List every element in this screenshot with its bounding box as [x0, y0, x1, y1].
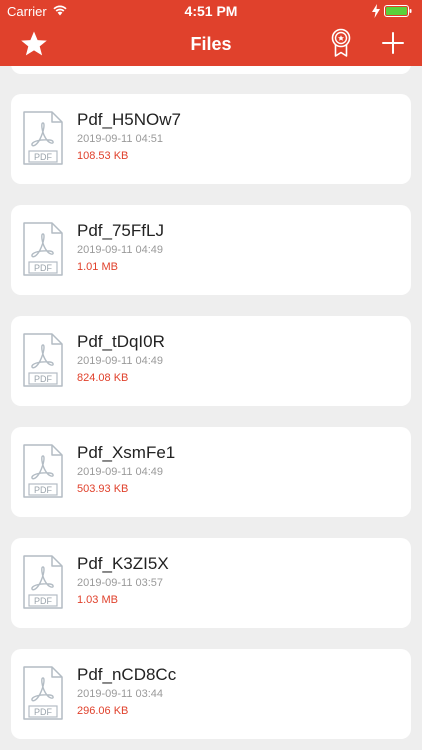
file-size: 1.03 MB	[77, 594, 118, 606]
file-name: Pdf_nCD8Cc	[77, 665, 177, 684]
file-date: 2019-09-11 03:44	[77, 688, 164, 700]
file-name: Pdf_tDqI0R	[77, 332, 165, 351]
file-card[interactable]: PDF Pdf_H5NOw7 2019-09-11 04:51 108.53 K…	[11, 94, 411, 184]
navigation-bar: Files	[0, 22, 422, 66]
pdf-file-icon: PDF	[23, 333, 63, 387]
file-size: 296.06 KB	[77, 705, 129, 717]
file-size: 503.93 KB	[77, 483, 129, 495]
pdf-file-icon: PDF	[23, 555, 63, 609]
pdf-file-icon: PDF	[23, 666, 63, 720]
file-size: 824.08 KB	[77, 372, 129, 384]
pdf-icon-label: PDF	[34, 596, 53, 606]
file-name: Pdf_K3ZI5X	[77, 554, 169, 573]
file-date: 2019-09-11 03:57	[77, 577, 164, 589]
file-list[interactable]: PDF Pdf_H5NOw7 2019-09-11 04:51 108.53 K…	[0, 66, 422, 750]
file-card[interactable]: PDF Pdf_XsmFe1 2019-09-11 04:49 503.93 K…	[11, 427, 411, 517]
file-name: Pdf_75FfLJ	[77, 221, 164, 240]
plus-icon[interactable]	[380, 30, 406, 56]
pdf-icon-label: PDF	[34, 374, 53, 384]
file-card[interactable]: PDF Pdf_K3ZI5X 2019-09-11 03:57 1.03 MB	[11, 538, 411, 628]
file-card-partial[interactable]	[11, 66, 411, 74]
pdf-icon-label: PDF	[34, 707, 53, 717]
award-icon[interactable]	[329, 28, 353, 58]
file-name: Pdf_H5NOw7	[77, 110, 181, 129]
file-date: 2019-09-11 04:49	[77, 355, 164, 367]
pdf-file-icon: PDF	[23, 444, 63, 498]
app-header: Carrier 4:51 PM Files	[0, 0, 422, 66]
pdf-icon-label: PDF	[34, 152, 53, 162]
battery-icon	[384, 5, 412, 17]
page-title: Files	[190, 34, 232, 54]
pdf-file-icon: PDF	[23, 222, 63, 276]
charging-icon	[372, 4, 380, 18]
status-bar: Carrier 4:51 PM	[0, 0, 422, 22]
pdf-icon-label: PDF	[34, 485, 53, 495]
pdf-icon-label: PDF	[34, 263, 53, 273]
file-size: 1.01 MB	[77, 261, 118, 273]
status-time: 4:51 PM	[184, 3, 238, 19]
file-date: 2019-09-11 04:49	[77, 466, 164, 478]
file-date: 2019-09-11 04:49	[77, 244, 164, 256]
file-card[interactable]: PDF Pdf_nCD8Cc 2019-09-11 03:44 296.06 K…	[11, 649, 411, 739]
file-card[interactable]: PDF Pdf_75FfLJ 2019-09-11 04:49 1.01 MB	[11, 205, 411, 295]
file-card[interactable]: PDF Pdf_tDqI0R 2019-09-11 04:49 824.08 K…	[11, 316, 411, 406]
file-size: 108.53 KB	[77, 150, 129, 162]
file-date: 2019-09-11 04:51	[77, 133, 164, 145]
pdf-file-icon: PDF	[23, 111, 63, 165]
file-name: Pdf_XsmFe1	[77, 443, 176, 462]
